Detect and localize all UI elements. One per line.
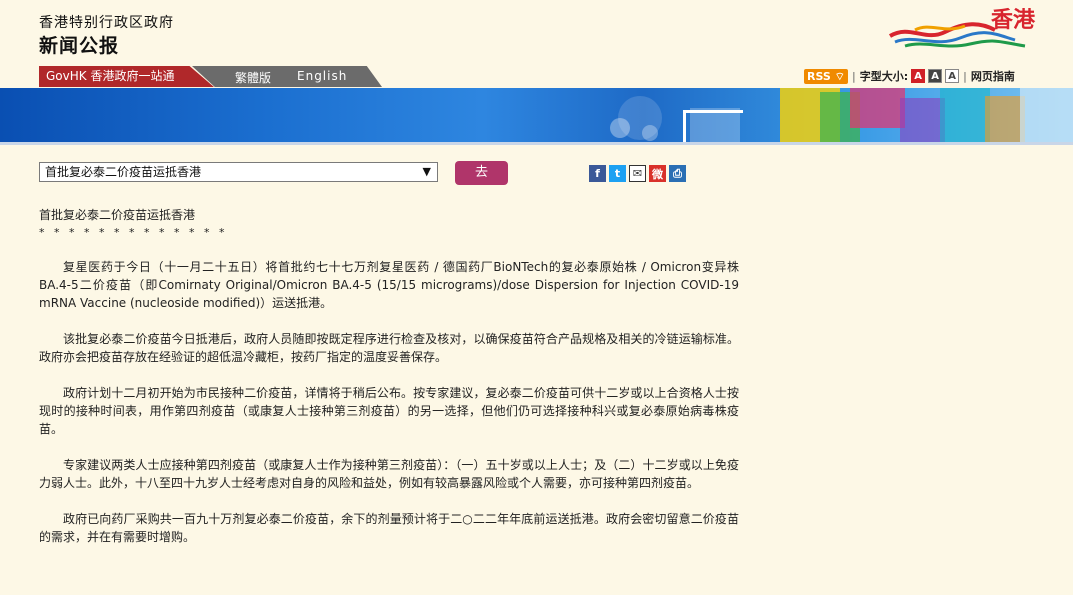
selected-article: 首批复必泰二价疫苗运抵香港 — [45, 165, 202, 179]
facebook-icon[interactable]: f — [589, 165, 606, 182]
rss-label: RSS — [807, 69, 831, 83]
article-paragraph: 专家建议两类人士应接种第四剂疫苗（或康复人士作为接种第三剂疫苗）：（一）五十岁或… — [39, 458, 739, 490]
header-banner — [0, 88, 1073, 144]
web-guide-link[interactable]: 网页指南 — [971, 68, 1015, 84]
weibo-icon[interactable]: 微 — [649, 165, 666, 182]
chevron-down-icon: ▼ — [422, 165, 431, 178]
banner-graphic — [610, 88, 1073, 144]
logo-text: 香港 — [990, 7, 1035, 33]
page-title: 新闻公报 — [39, 35, 120, 57]
font-size-large-button[interactable]: A — [945, 69, 960, 83]
article-headline: 首批复必泰二价疫苗运抵香港 — [39, 208, 196, 222]
govhk-link[interactable]: GovHK 香港政府一站通 — [39, 66, 214, 87]
mail-icon[interactable]: ✉ — [629, 165, 646, 182]
go-button[interactable]: 去 — [455, 161, 508, 185]
rss-link[interactable]: RSS ⌔ — [804, 68, 849, 84]
print-icon[interactable]: ⎙ — [669, 165, 686, 182]
separator: | — [852, 69, 856, 83]
government-name: 香港特别行政区政府 — [39, 15, 174, 31]
article-paragraph: 复星医药于今日（十一月二十五日）将首批约七十七万剂复星医药 / 德国药厂BioN… — [39, 260, 739, 310]
language-tab-background — [192, 66, 382, 87]
article-select[interactable]: 首批复必泰二价疫苗运抵香港 ▼ — [39, 162, 438, 182]
brand-hong-kong-logo[interactable]: 香港 — [885, 4, 1035, 52]
traditional-chinese-link[interactable]: 繁體版 — [235, 69, 271, 86]
rss-icon: ⌔ — [834, 69, 846, 83]
banner-divider — [0, 142, 1073, 145]
twitter-icon[interactable]: t — [609, 165, 626, 182]
toolbar: RSS ⌔ | 字型大小: A A A | 网页指南 — [804, 67, 1015, 85]
article-selector-bar: 首批复必泰二价疫苗运抵香港 ▼ 去 f t ✉ 微 ⎙ — [39, 161, 699, 187]
article-paragraph: 政府计划十二月初开始为市民接种二价疫苗，详情将于稍后公布。按专家建议，复必泰二价… — [39, 386, 739, 436]
font-size-label: 字型大小: — [859, 70, 909, 83]
share-icons: f t ✉ 微 ⎙ — [589, 165, 686, 182]
article-paragraph: 该批复必泰二价疫苗今日抵港后，政府人员随即按既定程序进行检查及核对，以确保疫苗符… — [39, 332, 739, 364]
font-size-small-button[interactable]: A — [911, 69, 926, 83]
separator: | — [963, 69, 967, 83]
headline-divider: * * * * * * * * * * * * * — [39, 226, 228, 239]
masthead: 香港特别行政区政府 新闻公报 香港 — [0, 0, 1073, 66]
english-link[interactable]: English — [297, 69, 347, 83]
font-size-medium-button[interactable]: A — [928, 69, 943, 83]
article-body: 首批复必泰二价疫苗运抵香港 * * * * * * * * * * * * * … — [39, 206, 739, 564]
article-paragraph: 政府已向药厂采购共一百九十万剂复必泰二价疫苗，余下的剂量预计将于二○二二年年底前… — [39, 512, 739, 544]
